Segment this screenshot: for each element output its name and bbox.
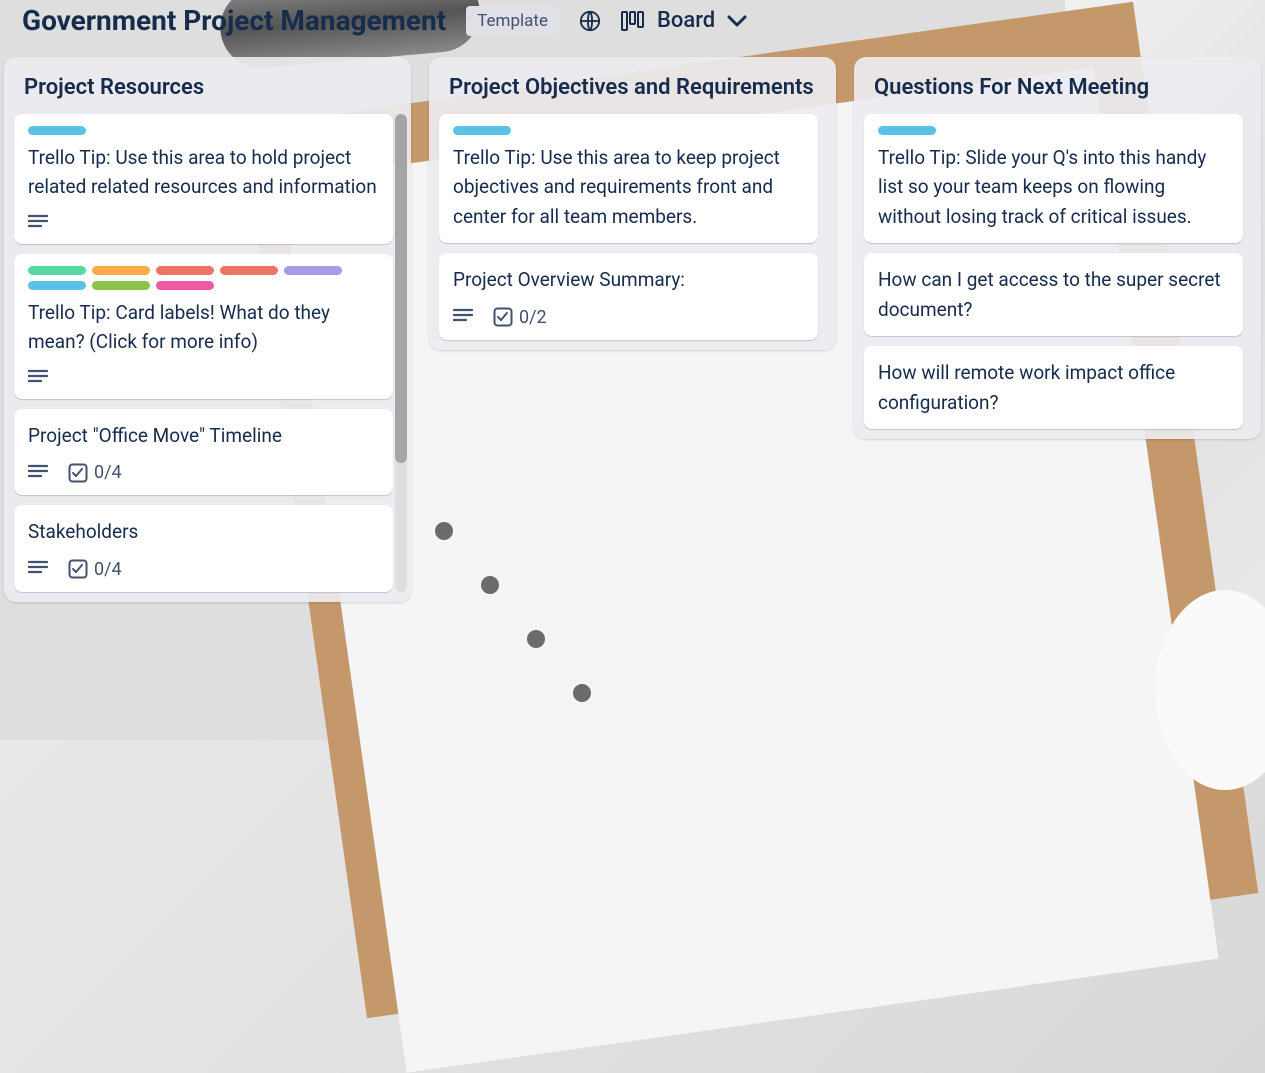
card[interactable]: Stakeholders 0/4 <box>14 505 393 591</box>
globe-icon[interactable] <box>579 10 601 32</box>
card-labels <box>28 126 379 135</box>
label-pill[interactable] <box>878 126 936 135</box>
card-text: Project "Office Move" Timeline <box>28 421 379 450</box>
label-pill[interactable] <box>92 266 150 275</box>
view-label: Board <box>657 8 715 33</box>
view-switcher[interactable]: Board <box>621 8 747 33</box>
description-icon <box>453 308 473 326</box>
card[interactable]: Trello Tip: Card labels! What do they me… <box>14 254 393 399</box>
card[interactable]: Project "Office Move" Timeline 0/4 <box>14 409 393 495</box>
label-pill[interactable] <box>28 266 86 275</box>
label-pill[interactable] <box>28 126 86 135</box>
label-pill[interactable] <box>92 281 150 290</box>
list: Questions For Next Meeting Trello Tip: Sl… <box>854 57 1261 439</box>
label-pill[interactable] <box>156 266 214 275</box>
card-badges: 0/4 <box>28 559 379 580</box>
board-header: Government Project Management Template B… <box>0 0 1265 57</box>
label-pill[interactable] <box>453 126 511 135</box>
label-pill[interactable] <box>220 266 278 275</box>
checklist-count: 0/2 <box>519 307 547 328</box>
card-text: Stakeholders <box>28 517 379 546</box>
card-labels <box>453 126 804 135</box>
list-title[interactable]: Project Resources <box>14 75 401 114</box>
card-badges: 0/2 <box>453 307 804 328</box>
checklist-count: 0/4 <box>94 559 122 580</box>
paper-hole <box>527 630 545 648</box>
card-text: Trello Tip: Card labels! What do they me… <box>28 298 379 357</box>
checklist-count: 0/4 <box>94 462 122 483</box>
label-pill[interactable] <box>156 281 214 290</box>
card-text: Trello Tip: Use this area to hold projec… <box>28 143 379 202</box>
label-pill[interactable] <box>284 266 342 275</box>
description-icon <box>28 369 48 387</box>
paper-hole <box>573 684 591 702</box>
scrollbar-thumb[interactable] <box>395 114 407 463</box>
card[interactable]: Trello Tip: Slide your Q's into this han… <box>864 114 1243 243</box>
description-icon <box>28 214 48 232</box>
list: Project Objectives and Requirements Trell… <box>429 57 836 350</box>
card-badges: 0/4 <box>28 462 379 483</box>
card-badges <box>28 369 379 387</box>
card-labels <box>28 266 379 290</box>
board-title[interactable]: Government Project Management <box>22 4 446 37</box>
card-badges <box>28 214 379 232</box>
card[interactable]: How will remote work impact office confi… <box>864 346 1243 429</box>
list: Project Resources Trello Tip: Use this ar… <box>4 57 411 602</box>
card[interactable]: Trello Tip: Use this area to keep projec… <box>439 114 818 243</box>
card-text: Trello Tip: Slide your Q's into this han… <box>878 143 1229 231</box>
list-title[interactable]: Questions For Next Meeting <box>864 75 1251 114</box>
checklist-badge: 0/4 <box>68 559 122 580</box>
card[interactable]: How can I get access to the super secret… <box>864 253 1243 336</box>
description-icon <box>28 560 48 578</box>
card[interactable]: Trello Tip: Use this area to hold projec… <box>14 114 393 244</box>
card-labels <box>878 126 1229 135</box>
description-icon <box>28 464 48 482</box>
list-title[interactable]: Project Objectives and Requirements <box>439 75 826 114</box>
template-badge[interactable]: Template <box>466 6 559 36</box>
card-text: Trello Tip: Use this area to keep projec… <box>453 143 804 231</box>
card-text: How will remote work impact office confi… <box>878 358 1229 417</box>
checklist-badge: 0/2 <box>493 307 547 328</box>
card[interactable]: Project Overview Summary: 0/2 <box>439 253 818 339</box>
card-text: Project Overview Summary: <box>453 265 804 294</box>
card-text: How can I get access to the super secret… <box>878 265 1229 324</box>
checklist-badge: 0/4 <box>68 462 122 483</box>
board-icon <box>621 10 645 32</box>
chevron-down-icon <box>727 14 747 28</box>
label-pill[interactable] <box>28 281 86 290</box>
